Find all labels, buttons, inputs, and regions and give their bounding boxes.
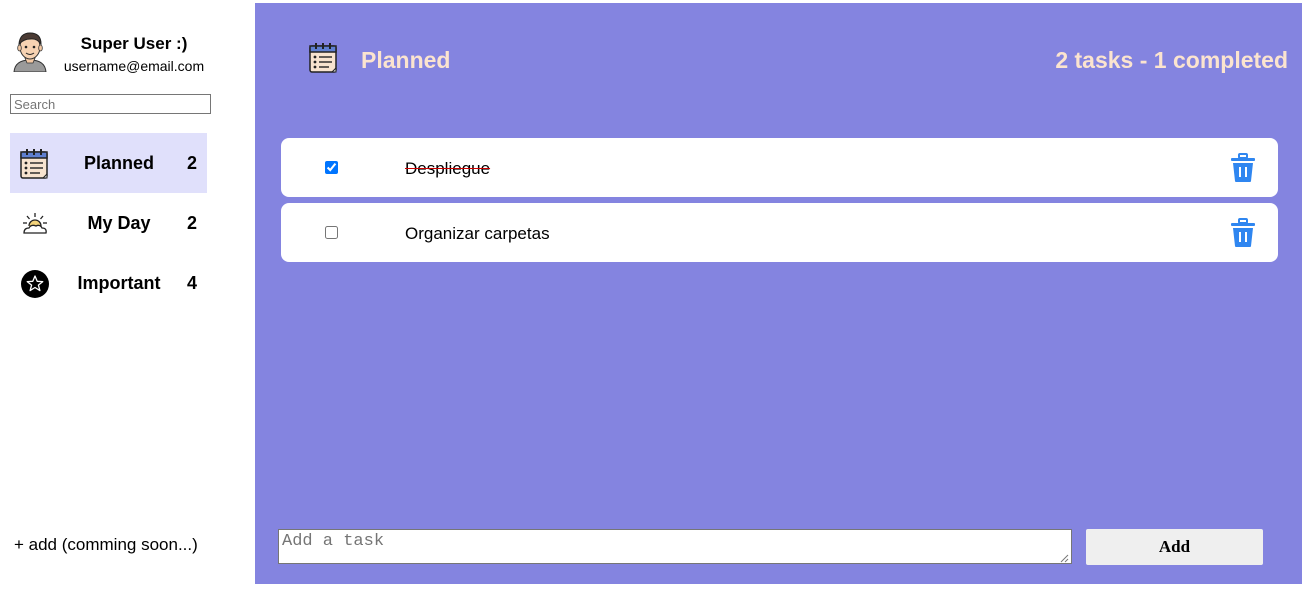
add-task-input[interactable] xyxy=(278,529,1072,564)
task-list: Despliegue Organizar carpetas xyxy=(281,138,1278,268)
task-checkbox[interactable] xyxy=(325,161,338,174)
planner-icon xyxy=(20,149,48,179)
sidebar-item-count: 4 xyxy=(186,273,197,293)
trash-icon[interactable] xyxy=(1230,153,1256,183)
task-item: Organizar carpetas xyxy=(281,203,1278,262)
sidebar-item-count: 2 xyxy=(186,213,197,233)
search-input[interactable] xyxy=(10,94,211,114)
task-checkbox[interactable] xyxy=(325,226,338,239)
avatar xyxy=(13,32,47,72)
main-panel: Planned 2 tasks - 1 completed Despliegue… xyxy=(255,3,1302,584)
planner-icon xyxy=(309,43,337,73)
page-title: Planned xyxy=(361,47,451,73)
sidebar-item-important[interactable]: Important 4 xyxy=(10,253,207,313)
task-summary: 2 tasks - 1 completed xyxy=(1055,47,1288,73)
nav-list: Planned 2 My Day 2 Important 4 xyxy=(10,133,207,313)
sun-cloud-icon xyxy=(23,213,47,234)
task-text: Organizar carpetas xyxy=(405,224,550,243)
sidebar-item-count: 2 xyxy=(186,153,197,173)
sidebar-item-label: My Day xyxy=(87,213,151,233)
resize-grip-icon[interactable] xyxy=(1059,553,1069,563)
user-email: username@email.com xyxy=(63,58,205,74)
sidebar-item-my-day[interactable]: My Day 2 xyxy=(10,193,207,253)
sidebar-item-label: Planned xyxy=(83,153,154,173)
sidebar-item-planned[interactable]: Planned 2 xyxy=(10,133,207,193)
sidebar: Super User :) username@email.com Planned… xyxy=(0,0,255,591)
add-task-button[interactable]: Add xyxy=(1086,529,1263,565)
user-profile: Super User :) username@email.com xyxy=(10,30,210,76)
task-item: Despliegue xyxy=(281,138,1278,197)
task-text: Despliegue xyxy=(405,159,491,178)
add-list-link[interactable]: + add (comming soon...) xyxy=(14,535,198,555)
star-icon xyxy=(21,270,49,298)
sidebar-item-label: Important xyxy=(77,273,161,293)
trash-icon[interactable] xyxy=(1230,218,1256,248)
user-name: Super User :) xyxy=(80,34,188,53)
